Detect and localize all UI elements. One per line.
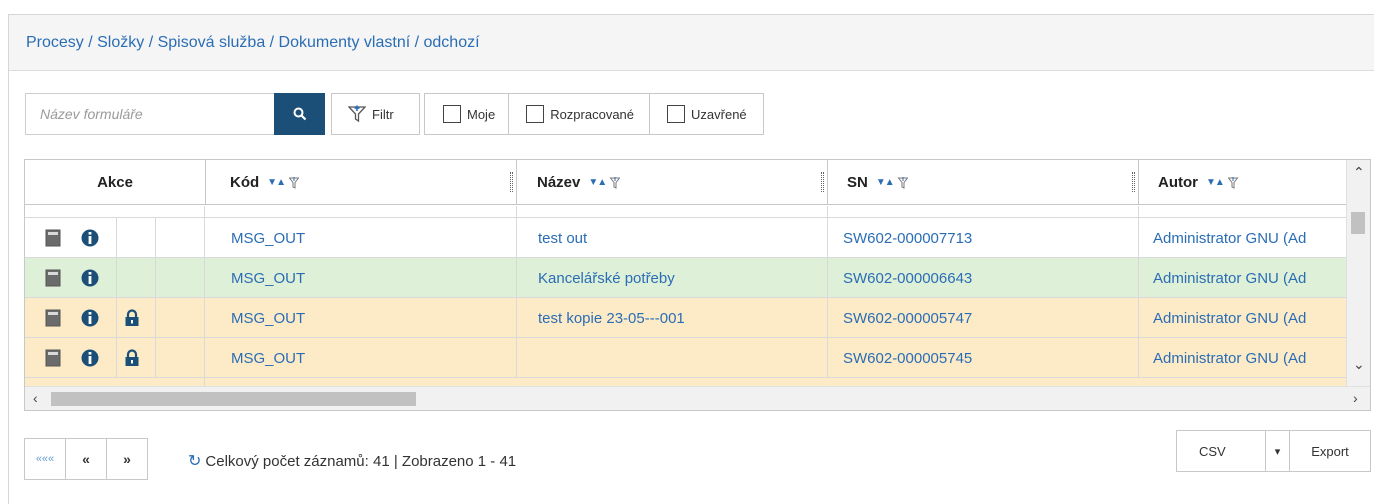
column-filter-icon[interactable]: [897, 176, 908, 189]
column-header-akce: Akce: [25, 160, 206, 205]
checkbox-box[interactable]: [667, 105, 686, 123]
column-resize-handle[interactable]: [821, 172, 824, 192]
horizontal-scroll-thumb[interactable]: [51, 392, 416, 406]
export-format-select[interactable]: CSV ▾: [1176, 430, 1290, 472]
table-row[interactable]: MSG_OUT SW602-000005745 Administrator GNU …: [25, 338, 1347, 378]
search-button[interactable]: [274, 93, 325, 135]
column-header-autor[interactable]: Autor ▼▲: [1139, 160, 1349, 205]
column-header-nazev[interactable]: Název ▼▲: [517, 160, 828, 205]
column-resize-handle[interactable]: [510, 172, 513, 192]
breadcrumb[interactable]: Procesy / Složky / Spisová služba / Doku…: [26, 34, 480, 52]
checkbox-label: Uzavřené: [691, 106, 747, 122]
search-input[interactable]: [25, 93, 275, 135]
chevron-down-icon[interactable]: ▾: [1265, 431, 1289, 471]
column-filter-icon[interactable]: [1227, 176, 1238, 189]
cell-nazev[interactable]: test kopie 23-05---001: [517, 298, 828, 338]
filter-funnel-icon: [348, 105, 366, 123]
cell-sn: [828, 206, 1139, 218]
row-actions: [25, 218, 205, 258]
row-actions: [25, 206, 205, 218]
pager-next-button[interactable]: »: [106, 438, 148, 480]
cell-nazev[interactable]: Kancelářské potřeby: [517, 258, 828, 298]
column-header-sn[interactable]: SN ▼▲: [828, 160, 1139, 205]
checkbox-label: Rozpracované: [550, 106, 635, 122]
column-label: SN: [847, 174, 868, 191]
info-icon[interactable]: [79, 298, 101, 338]
column-label: Autor: [1158, 174, 1198, 191]
pager-first-button[interactable]: «««: [24, 438, 66, 480]
info-icon[interactable]: [79, 258, 101, 298]
grid-header: Akce Kód ▼▲ Název ▼▲ SN ▼▲ Autor ▼▲: [25, 160, 1347, 205]
export-format-value: CSV: [1199, 443, 1226, 459]
table-row-partial[interactable]: [25, 206, 1347, 218]
vertical-scroll-thumb[interactable]: [1351, 212, 1365, 234]
document-icon[interactable]: [42, 258, 64, 298]
checkbox-rozpracovane[interactable]: Rozpracované: [508, 93, 651, 135]
cell-kod[interactable]: MSG_OUT: [206, 338, 517, 378]
table-row[interactable]: MSG_OUT Kancelářské potřeby SW602-00000664…: [25, 258, 1347, 298]
sort-arrows-icon[interactable]: ▼▲: [267, 177, 286, 188]
sort-arrows-icon[interactable]: ▼▲: [588, 177, 607, 188]
cell-nazev[interactable]: test out: [517, 218, 828, 258]
scroll-left-icon[interactable]: ‹: [33, 390, 38, 406]
vertical-scrollbar[interactable]: ⌃ ⌄: [1346, 160, 1370, 387]
column-label: Akce: [97, 174, 133, 191]
column-resize-handle[interactable]: [1132, 172, 1135, 192]
export-button[interactable]: Export: [1289, 430, 1371, 472]
column-label: Název: [537, 174, 581, 191]
cell-autor[interactable]: Administrator GNU (Ad: [1139, 218, 1349, 258]
document-icon[interactable]: [42, 338, 64, 378]
column-label: Kód: [230, 174, 260, 191]
search-icon: [293, 107, 306, 121]
breadcrumb-bar: Procesy / Složky / Spisová služba / Doku…: [9, 15, 1374, 71]
cell-nazev: [517, 206, 828, 218]
column-header-kod[interactable]: Kód ▼▲: [206, 160, 517, 205]
cell-sn[interactable]: SW602-000005747: [828, 298, 1139, 338]
scroll-right-icon[interactable]: ›: [1353, 390, 1358, 406]
checkbox-box[interactable]: [526, 105, 545, 123]
row-actions: [25, 258, 205, 298]
document-icon[interactable]: [42, 298, 64, 338]
checkbox-filter-group: Moje Rozpracované Uzavřené: [424, 93, 764, 135]
cell-sn[interactable]: SW602-000006643: [828, 258, 1139, 298]
scroll-up-icon[interactable]: ⌃: [1353, 164, 1365, 181]
cell-nazev[interactable]: [517, 338, 828, 378]
scroll-down-icon[interactable]: ⌄: [1353, 356, 1365, 373]
filter-button[interactable]: Filtr: [331, 93, 420, 135]
info-icon[interactable]: [79, 218, 101, 258]
pager: ««« « »: [24, 438, 148, 480]
checkbox-box[interactable]: [443, 105, 461, 123]
lock-icon[interactable]: [121, 298, 143, 338]
cell-autor[interactable]: Administrator GNU (Ad: [1139, 298, 1349, 338]
cell-sn[interactable]: SW602-000007713: [828, 218, 1139, 258]
cell-autor[interactable]: Administrator GNU (Ad: [1139, 338, 1349, 378]
table-row[interactable]: MSG_OUT test kopie 23-05---001 SW602-00000…: [25, 298, 1347, 338]
row-actions: [25, 298, 205, 338]
table-row[interactable]: MSG_OUT test out SW602-000007713 Administra…: [25, 218, 1347, 258]
cell-autor[interactable]: Administrator GNU (Ad: [1139, 258, 1349, 298]
cell-kod[interactable]: MSG_OUT: [206, 258, 517, 298]
pager-prev-button[interactable]: «: [65, 438, 107, 480]
horizontal-scrollbar[interactable]: ‹ ›: [25, 386, 1370, 410]
cell-kod[interactable]: MSG_OUT: [206, 298, 517, 338]
refresh-icon[interactable]: ↻: [188, 451, 201, 471]
sort-arrows-icon[interactable]: ▼▲: [1206, 177, 1225, 188]
column-filter-icon[interactable]: [610, 176, 621, 189]
checkbox-uzavrene[interactable]: Uzavřené: [649, 93, 764, 135]
filter-label: Filtr: [372, 106, 394, 122]
cell-kod: [206, 206, 517, 218]
record-count: ↻ Celkový počet záznamů: 41 | Zobrazeno …: [188, 451, 516, 471]
cell-sn[interactable]: SW602-000005745: [828, 338, 1139, 378]
lock-icon[interactable]: [121, 338, 143, 378]
sort-arrows-icon[interactable]: ▼▲: [876, 177, 895, 188]
cell-kod[interactable]: MSG_OUT: [206, 218, 517, 258]
records-grid: Akce Kód ▼▲ Název ▼▲ SN ▼▲ Autor ▼▲ MSG_…: [24, 159, 1371, 411]
document-icon[interactable]: [42, 218, 64, 258]
checkbox-moje[interactable]: Moje: [424, 93, 510, 135]
info-icon[interactable]: [79, 338, 101, 378]
record-count-text: Celkový počet záznamů: 41 | Zobrazeno 1 …: [205, 452, 517, 470]
row-actions: [25, 338, 205, 378]
checkbox-label: Moje: [467, 106, 496, 122]
column-filter-icon[interactable]: [288, 176, 299, 189]
